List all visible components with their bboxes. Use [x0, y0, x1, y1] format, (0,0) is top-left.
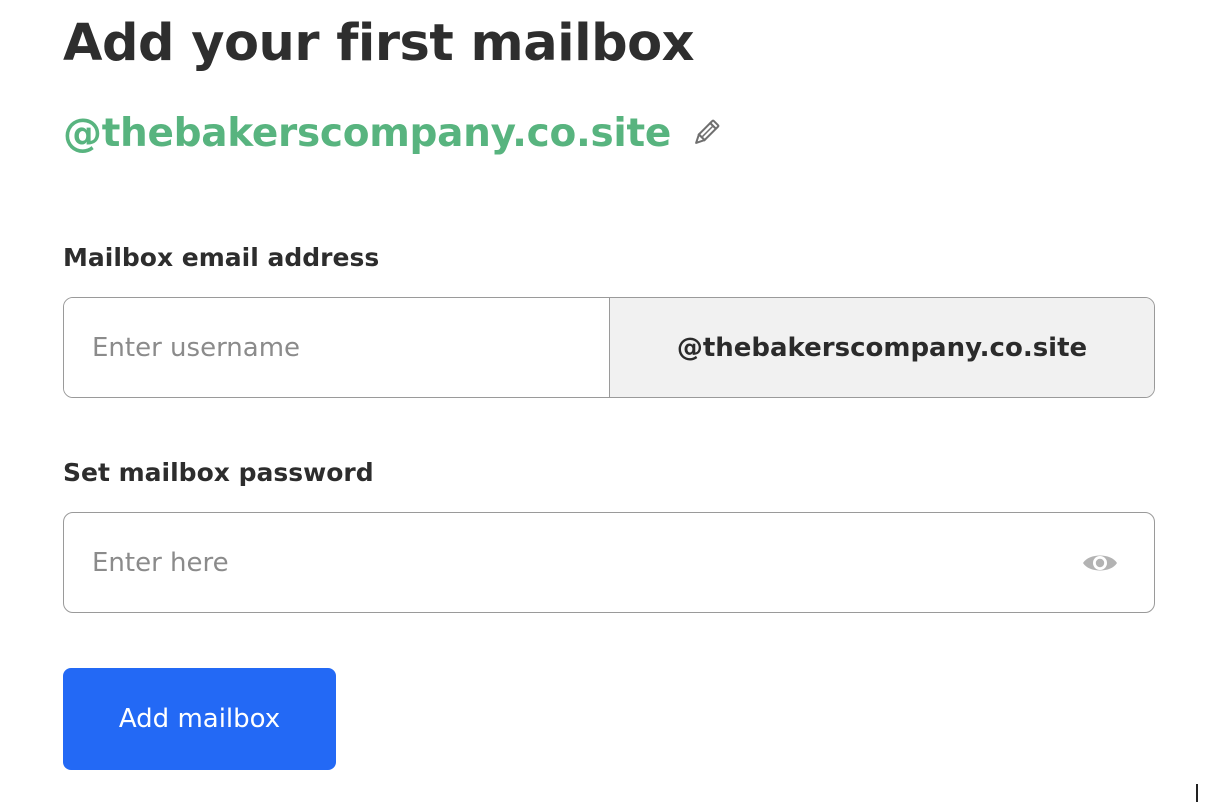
domain-suffix: @thebakerscompany.co.site	[609, 298, 1154, 397]
username-input[interactable]	[64, 298, 609, 397]
text-cursor	[1196, 784, 1198, 802]
password-field	[63, 512, 1155, 613]
eye-icon[interactable]	[1080, 543, 1120, 583]
password-input[interactable]	[64, 513, 1080, 612]
domain-name: @thebakerscompany.co.site	[63, 110, 671, 156]
pencil-icon[interactable]	[689, 116, 723, 150]
add-mailbox-button[interactable]: Add mailbox	[63, 668, 336, 770]
pencil-icon-graphic	[695, 119, 720, 144]
page-title: Add your first mailbox	[63, 14, 695, 73]
email-address-field: @thebakerscompany.co.site	[63, 297, 1155, 398]
email-label: Mailbox email address	[63, 243, 380, 272]
domain-header: @thebakerscompany.co.site	[63, 106, 723, 160]
password-label: Set mailbox password	[63, 458, 374, 487]
eye-icon-graphic	[1083, 555, 1117, 570]
